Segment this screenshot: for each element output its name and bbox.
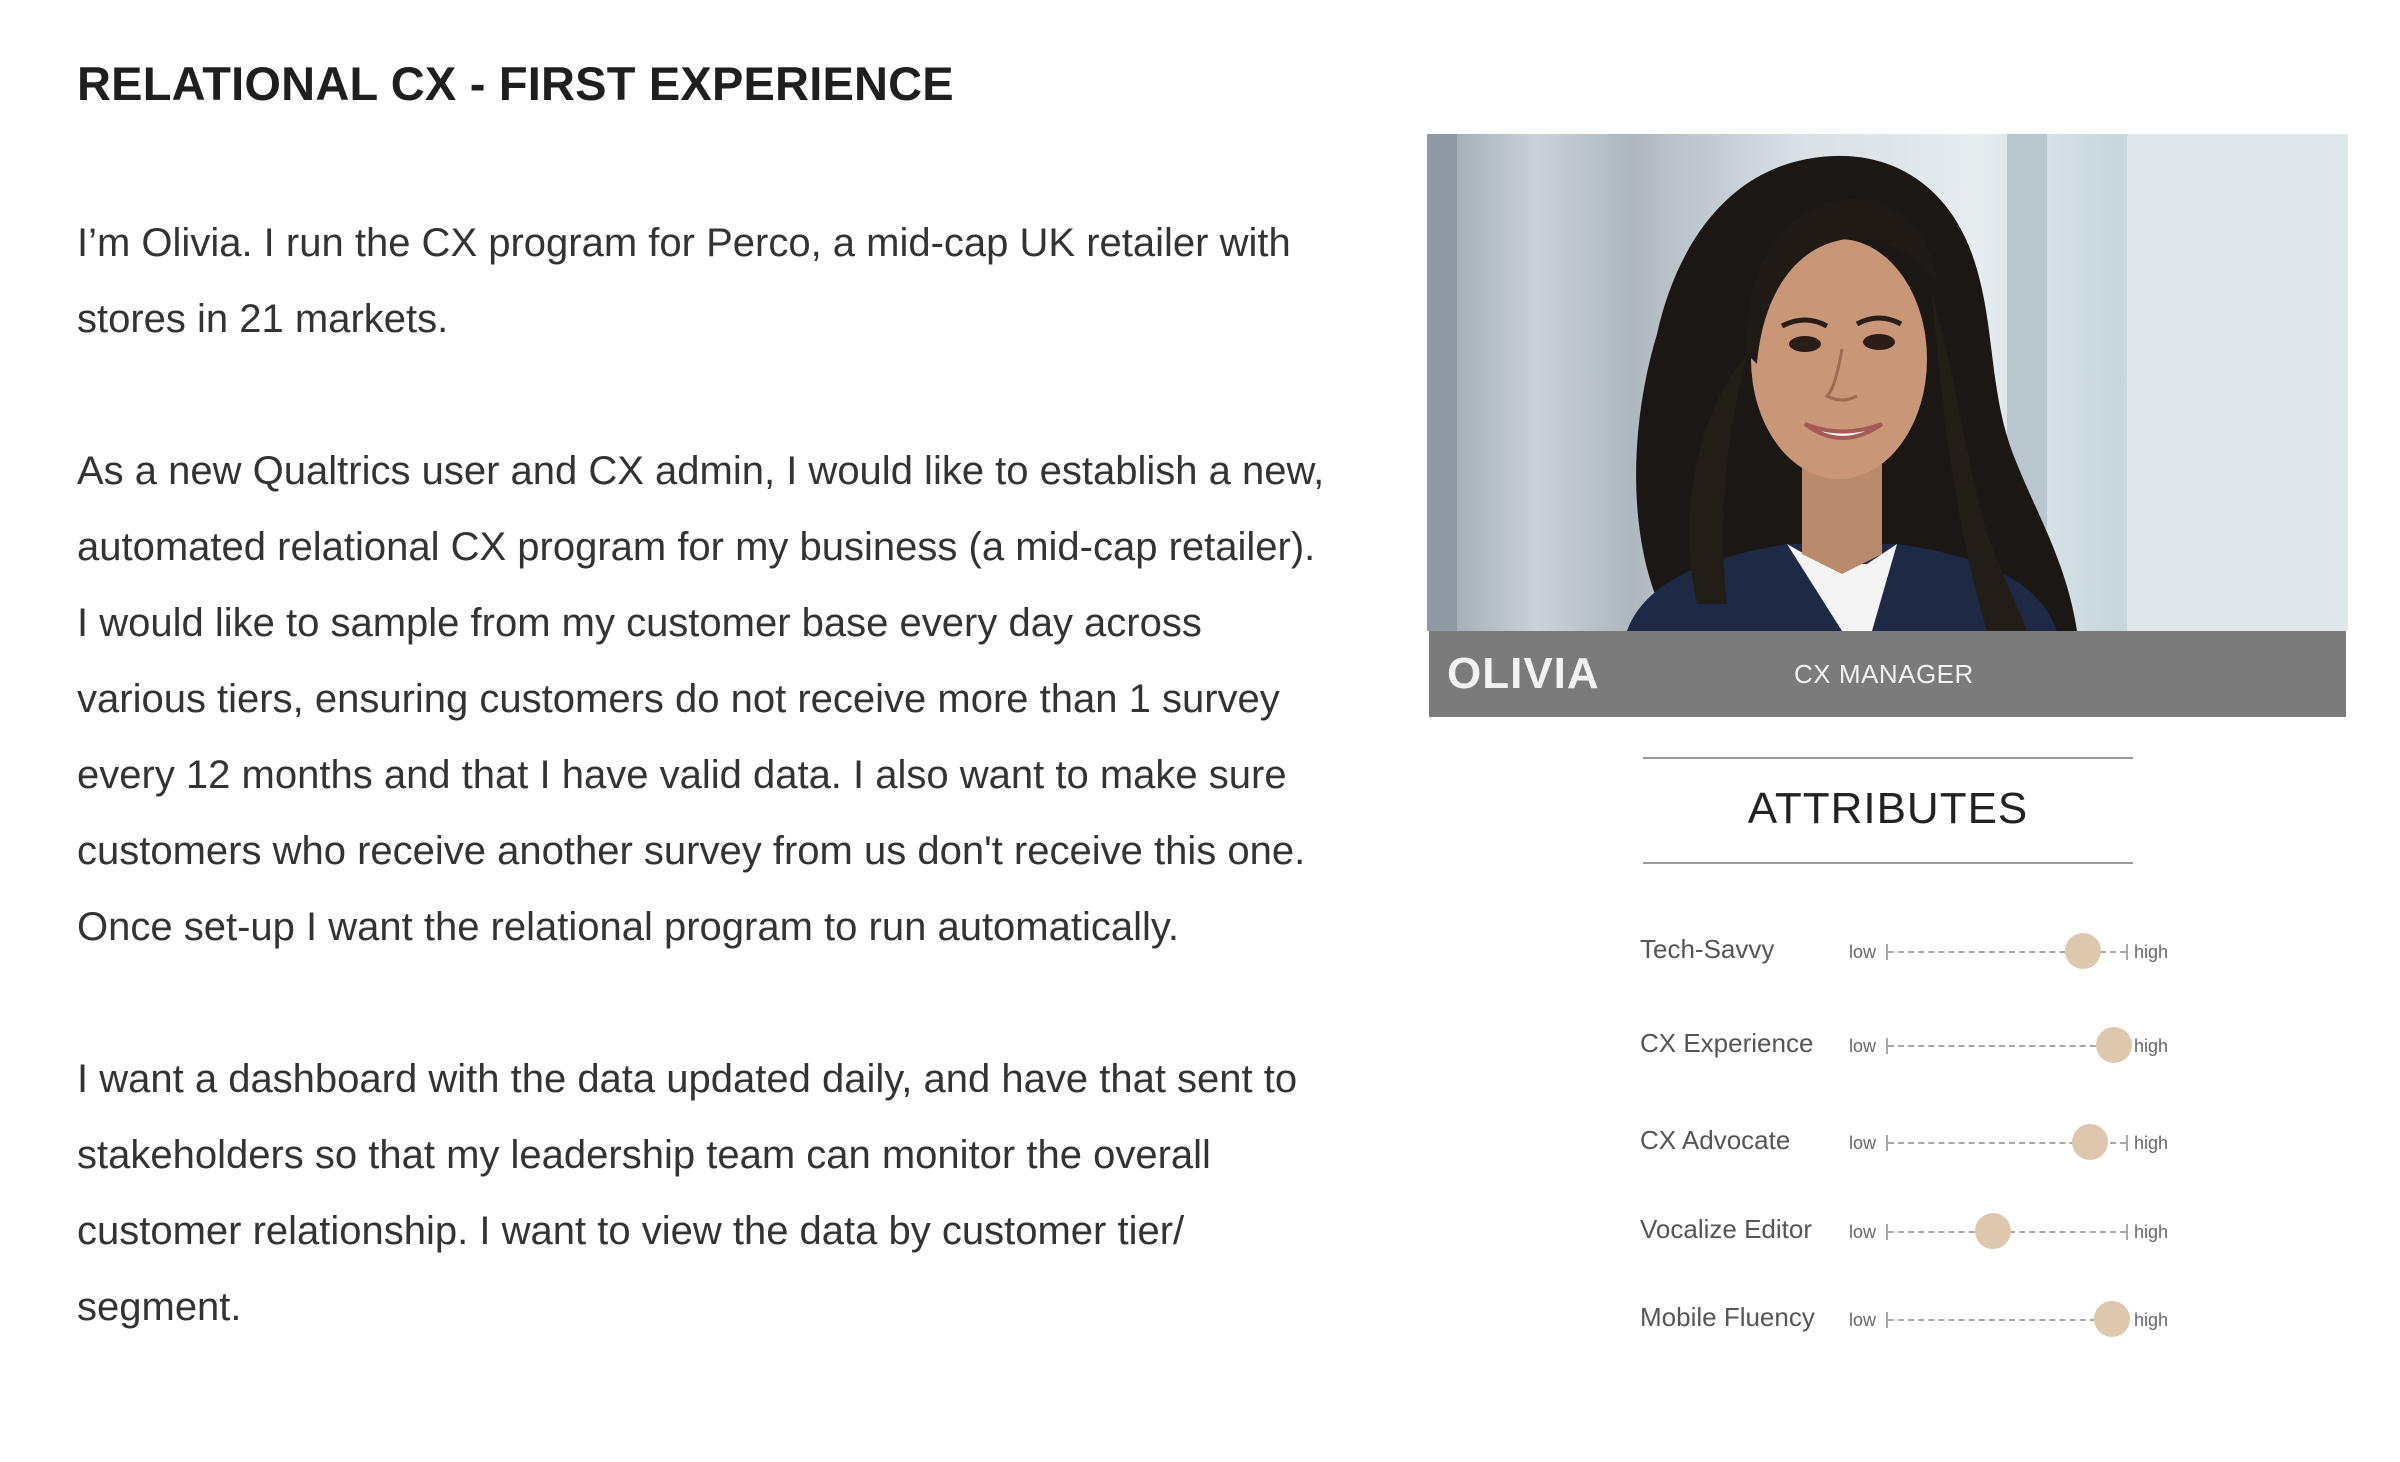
- page-title: RELATIONAL CX - FIRST EXPERIENCE: [77, 57, 954, 110]
- story-paragraph-goals: As a new Qualtrics user and CX admin, I …: [77, 449, 1325, 949]
- scale-low-label: low: [1849, 1310, 1877, 1330]
- attribute-label: CX Experience: [1640, 1028, 1814, 1058]
- attribute-row-cx-advocate: CX Advocate low high: [1640, 1121, 2168, 1161]
- attributes-bottom-divider: [1643, 862, 2133, 864]
- attribute-row-mobile-fluency: Mobile Fluency low high: [1640, 1298, 2168, 1338]
- scale-knob: [2096, 1027, 2133, 1063]
- attributes-top-divider: [1643, 757, 2133, 759]
- scale-high-label: high: [2134, 1133, 2169, 1153]
- scale-high-label: high: [2134, 1310, 2169, 1330]
- scale-low-label: low: [1849, 1036, 1877, 1056]
- scale-low-label: low: [1849, 1222, 1877, 1242]
- story-paragraph-dashboard: I want a dashboard with the data updated…: [77, 1057, 1298, 1329]
- scale-high-label: high: [2134, 942, 2169, 962]
- persona-name: OLIVIA: [1447, 649, 1600, 698]
- attribute-label: CX Advocate: [1640, 1125, 1791, 1155]
- persona-role: CX MANAGER: [1794, 659, 1974, 689]
- scale-high-label: high: [2134, 1036, 2169, 1056]
- scale-knob: [2065, 933, 2102, 969]
- persona-story: I’m Olivia. I run the CX program for Per…: [77, 205, 1337, 1421]
- scale-track: [1886, 1038, 2128, 1054]
- attribute-row-cx-experience: CX Experience low high: [1640, 1024, 2168, 1064]
- scale-knob: [2072, 1124, 2109, 1160]
- story-paragraph-intro: I’m Olivia. I run the CX program for Per…: [77, 221, 1291, 341]
- scale-knob: [1974, 1213, 2011, 1249]
- attribute-label: Mobile Fluency: [1640, 1302, 1815, 1332]
- scale-high-label: high: [2134, 1222, 2169, 1242]
- attribute-row-vocalize-editor: Vocalize Editor low high: [1640, 1210, 2168, 1250]
- persona-name-bar: OLIVIA CX MANAGER: [1429, 631, 2346, 717]
- persona-card: OLIVIA CX MANAGER: [1427, 134, 2348, 717]
- attribute-row-tech-savvy: Tech-Savvy low high: [1640, 930, 2168, 970]
- persona-photo: [1427, 134, 2348, 631]
- attributes-heading: ATTRIBUTES: [1747, 784, 2029, 833]
- scale-track: [1886, 1312, 2128, 1328]
- attribute-label: Vocalize Editor: [1640, 1214, 1812, 1244]
- scale-low-label: low: [1849, 942, 1877, 962]
- attribute-label: Tech-Savvy: [1640, 934, 1775, 964]
- scale-low-label: low: [1849, 1133, 1877, 1153]
- scale-knob: [2093, 1301, 2130, 1337]
